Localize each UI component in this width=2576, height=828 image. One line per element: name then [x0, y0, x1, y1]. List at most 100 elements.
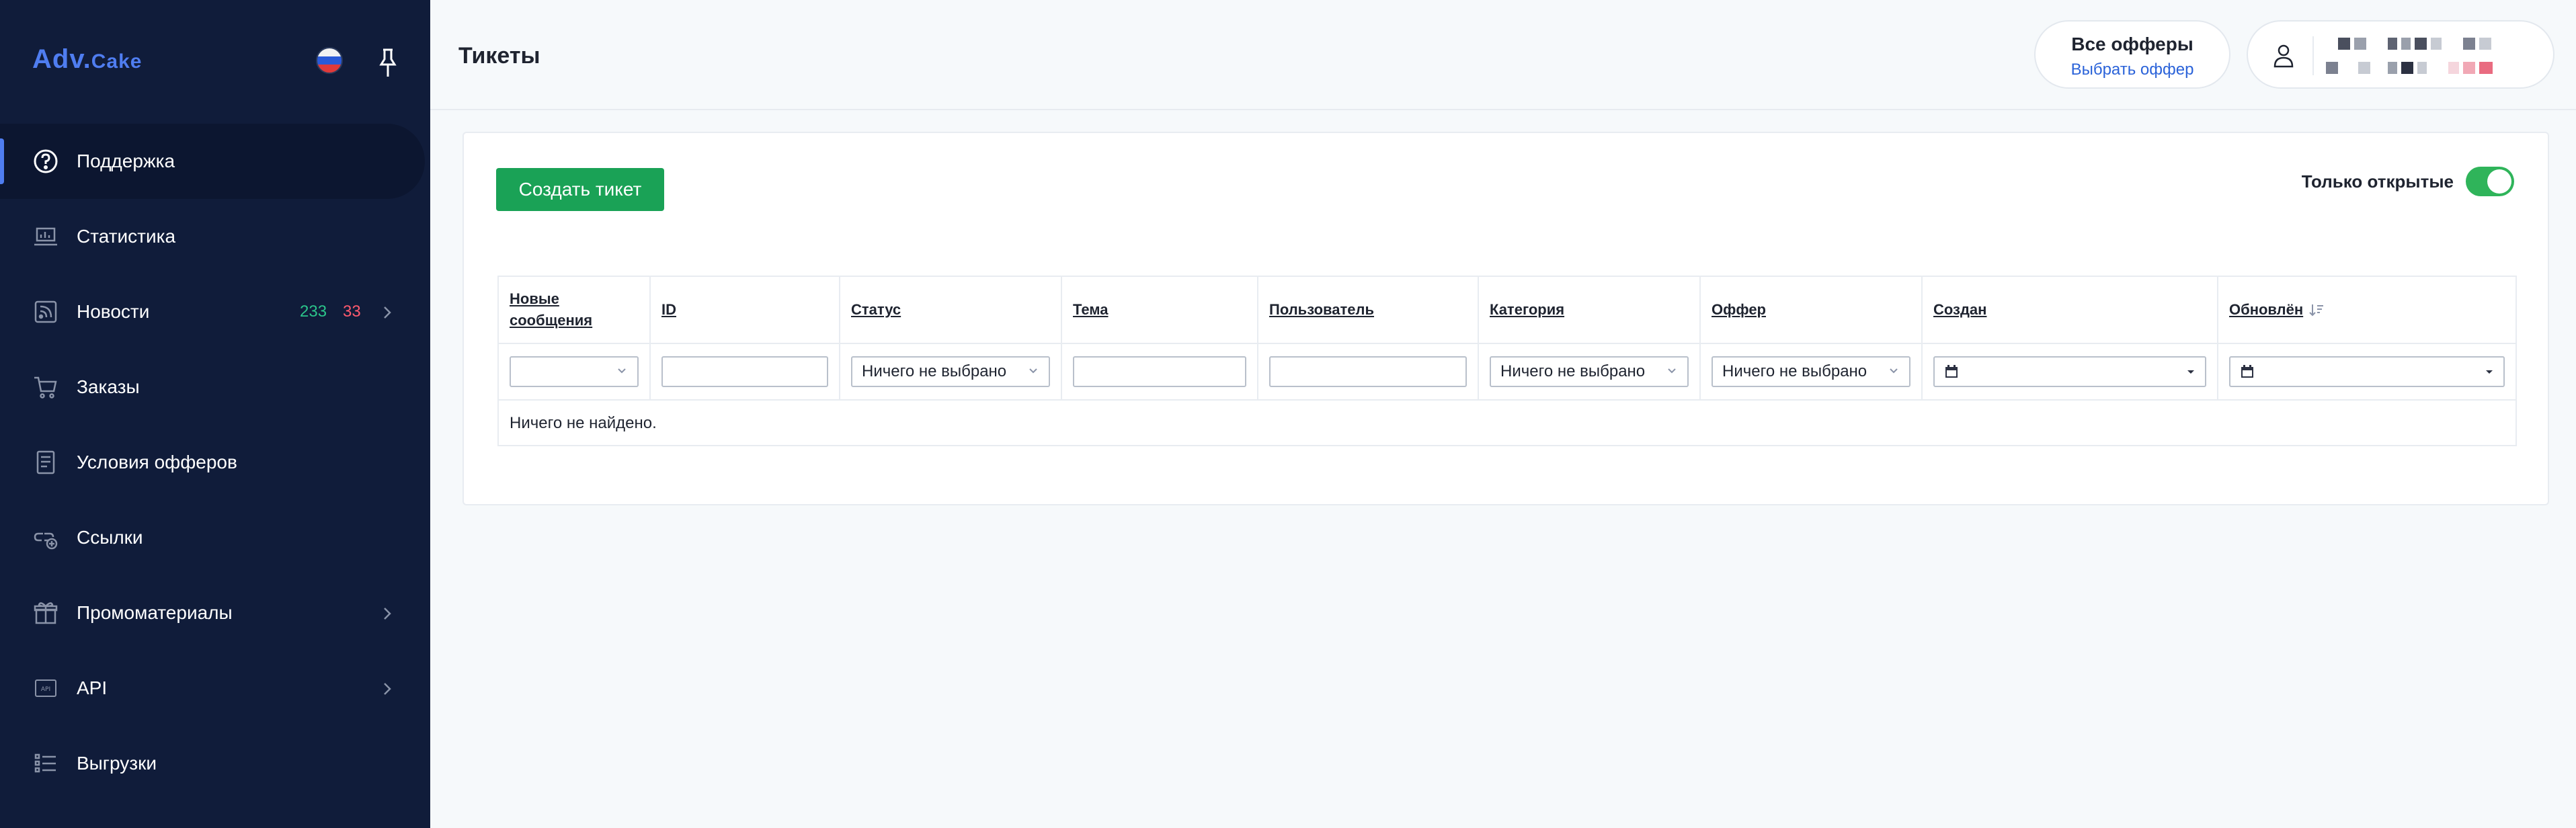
column-header[interactable]: Обновлён — [2229, 299, 2303, 321]
calendar-icon — [1945, 365, 1958, 378]
sidebar-item-promo[interactable]: Промоматериалы — [0, 575, 430, 651]
column-header[interactable]: Статус — [851, 299, 901, 321]
svg-text:API: API — [41, 686, 50, 693]
russian-flag-icon[interactable] — [316, 47, 343, 74]
page-title: Тикеты — [458, 43, 540, 69]
only-open-filter: Только открытые — [2302, 167, 2514, 196]
offer-selector[interactable]: Все офферы Выбрать оффер — [2034, 20, 2230, 89]
sidebar-item-label: Промоматериалы — [77, 602, 233, 623]
select-value: Ничего не выбрано — [1722, 362, 1867, 380]
caret-down-icon — [2486, 370, 2493, 374]
col-new-messages[interactable]: Новые сообщения — [499, 277, 651, 343]
tickets-card: Создать тикет Только открытые Новые сооб… — [462, 132, 2549, 505]
column-header[interactable]: Оффер — [1712, 299, 1766, 321]
sidebar-item-label: Выгрузки — [77, 753, 157, 774]
col-offer[interactable]: Оффер — [1701, 277, 1923, 343]
filter-cell — [1062, 344, 1258, 399]
laptop-chart-icon — [32, 223, 59, 250]
document-list-icon — [32, 449, 59, 476]
offer-selector-title: Все офферы — [2071, 34, 2193, 54]
sidebar-item-api[interactable]: API API — [0, 651, 430, 726]
status-select[interactable]: Ничего не выбрано — [851, 356, 1050, 387]
sidebar-item-label: Поддержка — [77, 151, 175, 171]
logo-dot: . — [83, 44, 91, 74]
link-add-icon — [32, 524, 59, 551]
news-count-green-badge: 233 — [300, 302, 327, 321]
only-open-label: Только открытые — [2301, 171, 2454, 192]
subject-filter-input[interactable] — [1073, 356, 1246, 387]
rss-icon — [32, 298, 59, 325]
top-header: Тикеты Все офферы Выбрать оффер — [430, 0, 2576, 110]
new-messages-select[interactable] — [510, 356, 639, 387]
created-date-picker[interactable] — [1933, 356, 2206, 387]
select-value: Ничего не выбрано — [1500, 362, 1646, 380]
updated-date-picker[interactable] — [2229, 356, 2505, 387]
news-count-red-badge: 33 — [343, 302, 361, 321]
sidebar-item-label: Ссылки — [77, 527, 143, 548]
chevron-down-icon — [616, 362, 628, 381]
tickets-table: Новые сообщения ID Статус Тема Пользоват… — [497, 276, 2517, 446]
id-filter-input[interactable] — [661, 356, 828, 387]
chevron-right-icon — [379, 605, 395, 621]
col-subject[interactable]: Тема — [1062, 277, 1258, 343]
filter-cell: Ничего не выбрано — [840, 344, 1062, 399]
col-id[interactable]: ID — [651, 277, 840, 343]
filter-cell — [499, 344, 651, 399]
col-category[interactable]: Категория — [1479, 277, 1701, 343]
logo-text-main: Adv — [32, 44, 83, 74]
col-user[interactable]: Пользователь — [1258, 277, 1479, 343]
sidebar-item-orders[interactable]: Заказы — [0, 349, 430, 425]
table-filter-row: Ничего не выбрано Ничего не выбрано Ниче… — [499, 344, 2515, 401]
sidebar-nav: Поддержка Статистика Новости 233 33 Зака… — [0, 124, 430, 801]
sidebar: Adv.Cake Поддержка Статистика Новости 23… — [0, 0, 430, 828]
choose-offer-link[interactable]: Выбрать оффер — [2036, 60, 2229, 79]
column-header[interactable]: ID — [661, 299, 676, 321]
offer-select[interactable]: Ничего не выбрано — [1712, 356, 1910, 387]
user-menu[interactable] — [2247, 20, 2554, 89]
filter-cell — [2218, 344, 2515, 399]
filter-cell — [651, 344, 840, 399]
chevron-right-icon — [379, 680, 395, 696]
sidebar-item-label: Заказы — [77, 376, 140, 397]
sort-icon[interactable] — [2308, 302, 2325, 318]
caret-down-icon — [2187, 370, 2194, 374]
select-value: Ничего не выбрано — [862, 362, 1007, 380]
column-header[interactable]: Создан — [1933, 299, 1986, 321]
pin-icon[interactable] — [378, 47, 398, 78]
user-divider — [2312, 36, 2314, 75]
col-created[interactable]: Создан — [1923, 277, 2218, 343]
filter-cell: Ничего не выбрано — [1701, 344, 1923, 399]
column-header[interactable]: Категория — [1490, 299, 1564, 321]
column-header[interactable]: Пользователь — [1269, 299, 1374, 321]
sidebar-item-statistics[interactable]: Статистика — [0, 199, 430, 274]
sidebar-item-links[interactable]: Ссылки — [0, 500, 430, 575]
column-header[interactable]: Новые сообщения — [510, 288, 639, 331]
logo-text-second: Cake — [91, 50, 143, 73]
filter-cell: Ничего не выбрано — [1479, 344, 1701, 399]
column-header[interactable]: Тема — [1073, 299, 1109, 321]
cart-icon — [32, 374, 59, 401]
chevron-right-icon — [379, 304, 395, 320]
api-icon: API — [32, 675, 59, 702]
sidebar-item-label: Статистика — [77, 226, 176, 247]
col-status[interactable]: Статус — [840, 277, 1062, 343]
col-updated[interactable]: Обновлён — [2218, 277, 2515, 343]
table-header-row: Новые сообщения ID Статус Тема Пользоват… — [499, 277, 2515, 344]
chevron-down-icon — [1027, 362, 1039, 381]
sidebar-item-offer-terms[interactable]: Условия офферов — [0, 425, 430, 500]
app-logo[interactable]: Adv.Cake — [32, 44, 142, 75]
only-open-toggle[interactable] — [2466, 167, 2514, 196]
question-circle-icon — [32, 148, 59, 175]
sidebar-item-support[interactable]: Поддержка — [0, 124, 425, 199]
sidebar-item-news[interactable]: Новости 233 33 — [0, 274, 430, 349]
create-ticket-button[interactable]: Создать тикет — [496, 168, 664, 211]
user-email-redacted — [2326, 62, 2493, 74]
gift-icon — [32, 599, 59, 626]
empty-state-text: Ничего не найдено. — [510, 414, 657, 432]
category-select[interactable]: Ничего не выбрано — [1490, 356, 1689, 387]
chevron-down-icon — [1666, 362, 1678, 381]
chevron-down-icon — [1888, 362, 1900, 381]
user-filter-input[interactable] — [1269, 356, 1467, 387]
sidebar-item-exports[interactable]: Выгрузки — [0, 726, 430, 801]
sidebar-item-label: Условия офферов — [77, 452, 237, 472]
